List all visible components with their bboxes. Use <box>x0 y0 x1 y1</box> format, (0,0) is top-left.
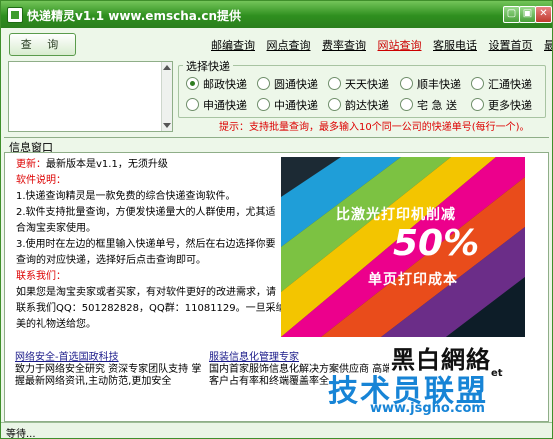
printer-ad-banner[interactable]: 比激光打印机削减 50% 单页打印成本 <box>281 157 525 337</box>
radio-ems[interactable]: 邮政快递 <box>186 76 247 92</box>
radio-zhongtong[interactable]: 中通快递 <box>257 97 318 113</box>
radio-unchecked-icon <box>400 77 413 90</box>
window-title: 快递精灵v1.1 www.emscha.cn提供 <box>27 9 242 23</box>
usage-line: 合淘宝卖家使用。 <box>16 223 96 234</box>
menu-service-phone[interactable]: 客服电话 <box>433 39 477 52</box>
usage-line: 查询的对应快递，选择好后点击查询即可。 <box>16 255 206 266</box>
close-button[interactable]: ✕ <box>535 6 552 23</box>
radio-unchecked-icon <box>257 77 270 90</box>
menu-website[interactable]: 网站查询 <box>378 39 422 52</box>
menu-set-homepage[interactable]: 设置首页 <box>489 39 533 52</box>
tracking-number-input[interactable] <box>8 61 173 132</box>
courier-group-legend: 选择快递 <box>183 58 233 74</box>
site-watermark: 技术员联盟 www.jsgho.com <box>325 366 547 417</box>
usage-title: 软件说明： <box>16 175 66 186</box>
link-security-desc: 握最新网络资讯,主动防范,更加安全 <box>15 376 172 387</box>
radio-shentong[interactable]: 申通快递 <box>186 97 247 113</box>
radio-checked-icon <box>186 77 199 90</box>
usage-line: 2.软件支持批量查询，方便发快递量大的人群使用，尤其适 <box>16 207 276 218</box>
batch-hint: 提示：支持批量查询，最多输入10个同一公司的快递单号(每行一个)。 <box>219 122 530 133</box>
update-label: 更新： <box>16 159 46 170</box>
radio-shunfeng[interactable]: 顺丰快递 <box>400 76 461 92</box>
link-security-desc: 致力于网络安全研究 资深专家团队支持 掌 <box>15 364 202 375</box>
radio-unchecked-icon <box>257 98 270 111</box>
ad-percent: 50% <box>393 223 480 264</box>
status-bar: 等待... <box>1 422 552 439</box>
radio-huitong[interactable]: 汇通快递 <box>471 76 532 92</box>
link-security[interactable]: 网络安全-首选国政科技 致力于网络安全研究 资深专家团队支持 掌 握最新网络资讯… <box>15 352 201 388</box>
usage-line: 1.快递查询精灵是一款免费的综合快递查询软件。 <box>16 191 236 202</box>
top-menu: 邮编查询 网点查询 费率查询 网站查询 客服电话 设置首页 最新版本 <box>211 37 552 53</box>
ad-headline: 比激光打印机削减 <box>336 207 456 223</box>
status-text: 等待... <box>6 429 36 439</box>
ad-subline: 单页打印成本 <box>368 272 458 288</box>
contact-line: 如果您是淘宝卖家或者买家，有对软件更好的改进需求，请 <box>16 287 276 298</box>
info-panel: 更新：最新版本是v1.1，无须升级 软件说明： 1.快递查询精灵是一款免费的综合… <box>4 152 549 422</box>
radio-more[interactable]: 更多快递 <box>471 97 532 113</box>
app-window: 快递精灵v1.1 www.emscha.cn提供 ▢ ▣ ✕ 查 询 邮编查询 … <box>0 0 553 439</box>
scroll-down-icon[interactable] <box>163 123 171 128</box>
radio-unchecked-icon <box>328 98 341 111</box>
link-security-title[interactable]: 网络安全-首选国政科技 <box>15 352 201 364</box>
radio-unchecked-icon <box>471 77 484 90</box>
info-header: 信息窗口 <box>4 137 549 154</box>
menu-rate[interactable]: 费率查询 <box>322 39 366 52</box>
contact-title: 联系我们： <box>16 271 66 282</box>
title-bar: 快递精灵v1.1 www.emscha.cn提供 ▢ ▣ ✕ <box>1 1 552 28</box>
radio-yuantong[interactable]: 圆通快递 <box>257 76 318 92</box>
radio-tiantian[interactable]: 天天快递 <box>328 76 389 92</box>
minimize-button[interactable]: ▢ <box>503 6 520 23</box>
maximize-button[interactable]: ▣ <box>519 6 536 23</box>
radio-unchecked-icon <box>471 98 484 111</box>
query-button[interactable]: 查 询 <box>9 33 76 56</box>
radio-unchecked-icon <box>400 98 413 111</box>
input-scrollbar[interactable] <box>161 62 172 131</box>
link-apparel-title[interactable]: 服装信息化管理专家 <box>209 352 392 364</box>
usage-line: 3.使用时在左边的框里输入快递单号，然后在右边选择你要 <box>16 239 276 250</box>
info-text: 更新：最新版本是v1.1，无须升级 软件说明： 1.快递查询精灵是一款免费的综合… <box>16 157 316 333</box>
menu-latest-version[interactable]: 最新版本 <box>544 39 552 52</box>
update-text: 最新版本是v1.1，无须升级 <box>46 159 168 170</box>
radio-unchecked-icon <box>328 77 341 90</box>
menu-postcode[interactable]: 邮编查询 <box>211 39 255 52</box>
radio-zjs[interactable]: 宅 急 送 <box>400 97 457 113</box>
contact-line: 美的礼物送给您。 <box>16 319 96 330</box>
radio-unchecked-icon <box>186 98 199 111</box>
menu-branch[interactable]: 网点查询 <box>267 39 311 52</box>
radio-yunda[interactable]: 韵达快递 <box>328 97 389 113</box>
scroll-up-icon[interactable] <box>163 65 171 70</box>
app-icon <box>7 7 23 23</box>
contact-line: 联系我们QQ：501282828，QQ群：11081129。一旦采纳，有精 <box>16 303 316 314</box>
watermark-url: www.jsgho.com <box>370 401 485 416</box>
